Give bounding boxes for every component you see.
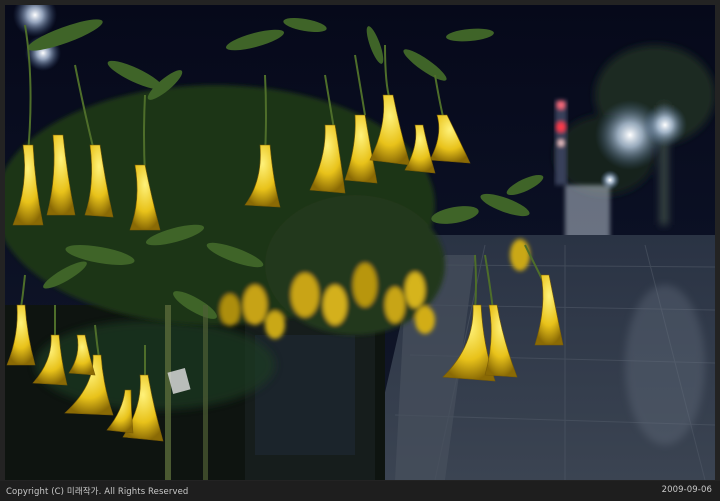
night-flower-photo [5,5,715,480]
date-text: 2009-09-06 [661,485,712,495]
photo-frame: Copyright (C) 미래작가. All Rights Reserved … [0,0,720,501]
distant-tower [555,100,567,185]
copyright-text: Copyright (C) 미래작가. All Rights Reserved [6,487,189,497]
caption-bar: Copyright (C) 미래작가. All Rights Reserved … [0,481,720,501]
